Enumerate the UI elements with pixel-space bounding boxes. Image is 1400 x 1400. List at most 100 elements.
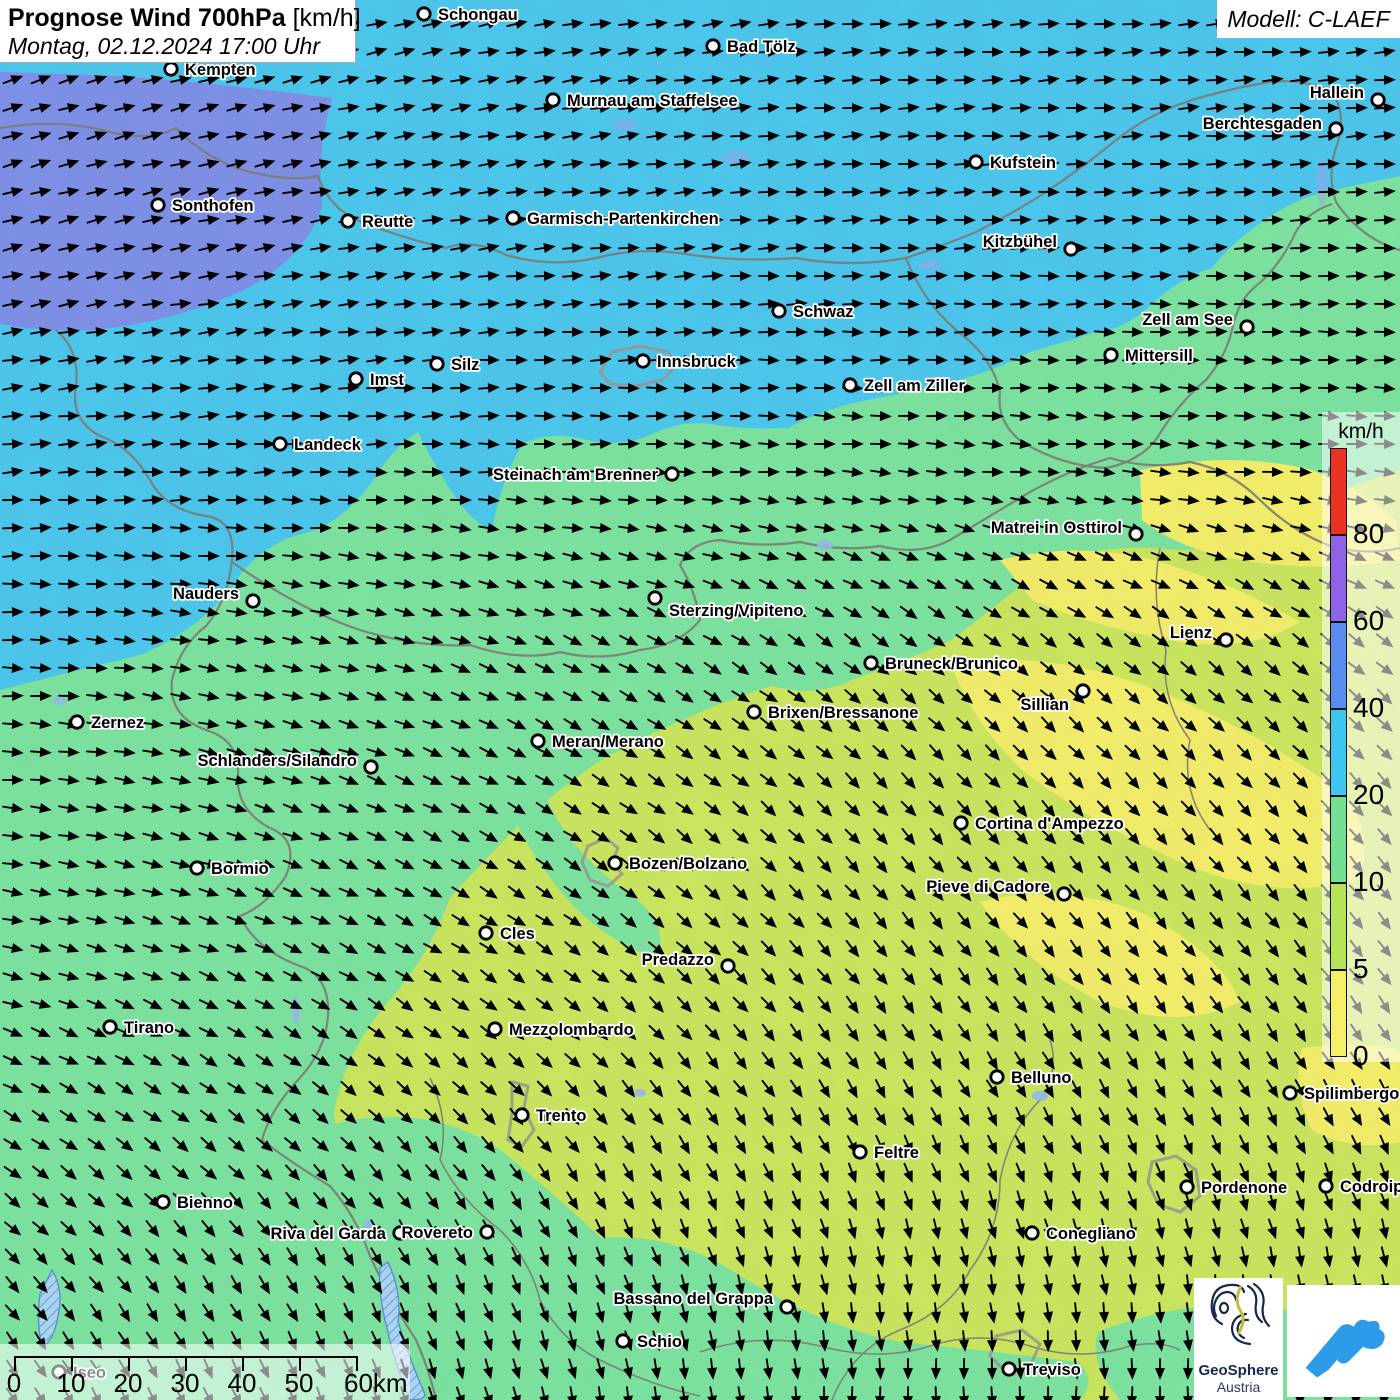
legend-tick-label: 60 (1353, 605, 1399, 637)
title-text: Prognose Wind 700hPa (8, 4, 286, 32)
city-marker (1026, 1227, 1038, 1239)
city-marker (481, 1226, 493, 1238)
city-marker (1077, 685, 1089, 697)
city-marker (1065, 243, 1077, 255)
city: Murnau am Staffelsee (547, 92, 738, 110)
city-label: Landeck (294, 436, 362, 454)
city-label: Schwaz (793, 303, 854, 321)
scale-label: 40 (228, 1368, 257, 1399)
city-label: Zell am Ziller (864, 377, 965, 395)
city-marker (274, 438, 286, 450)
city-label: Sonthofen (172, 197, 254, 215)
city-label: Bruneck/Brunico (885, 655, 1018, 673)
city-label: Feltre (874, 1144, 919, 1162)
city-marker (781, 1301, 793, 1313)
city-label: Zell am See (1142, 311, 1233, 329)
city-label: Bormio (211, 860, 269, 878)
model-label: Modell: C-LAEF (1227, 6, 1389, 33)
city-label: Riva del Garda (270, 1225, 386, 1243)
city: Bruneck/Brunico (865, 655, 1018, 673)
city-marker (844, 379, 856, 391)
legend-tick-label: 40 (1353, 692, 1399, 724)
city-label: Cles (500, 925, 535, 943)
city-label: Hallein (1310, 84, 1364, 102)
city-marker (666, 468, 678, 480)
city-marker (342, 215, 354, 227)
city-marker (748, 706, 760, 718)
city-label: Nauders (173, 585, 239, 603)
city-marker (1105, 349, 1117, 361)
legend-tick-label: 5 (1353, 953, 1399, 985)
city-marker (157, 1196, 169, 1208)
city-label: Kufstein (990, 154, 1056, 172)
map-scale-bar: 0102030405060km (0, 1344, 410, 1400)
city-marker (773, 305, 785, 317)
city: Garmisch-Partenkirchen (507, 210, 719, 228)
city: Mezzolombardo (489, 1021, 634, 1039)
scale-label: 50 (285, 1368, 314, 1399)
geosphere-country: Austria (1194, 1379, 1283, 1395)
city-marker (1320, 1180, 1332, 1192)
city-label: Berchtesgaden (1203, 115, 1322, 133)
city-marker (152, 199, 164, 211)
city-label: Sillian (1020, 696, 1069, 714)
city-label: Belluno (1011, 1069, 1072, 1087)
city-marker (480, 927, 492, 939)
legend-tick-label: 20 (1353, 779, 1399, 811)
legend-swatch (1330, 970, 1347, 1057)
geosphere-logo: GeoSphere Austria (1194, 1278, 1283, 1400)
city-marker (722, 960, 734, 972)
legend-unit-label: km/h (1322, 420, 1400, 444)
city-marker (191, 862, 203, 874)
model-box: Modell: C-LAEF (1217, 0, 1400, 38)
city: Steinach am Brenner (493, 466, 678, 484)
weather-map-page: Schongau Bad Tölz Kempten Murnau am Staffel… (0, 0, 1400, 1400)
city-label: Silz (451, 356, 479, 374)
city: Silz (431, 356, 480, 374)
city-label: Bienno (177, 1194, 233, 1212)
lake (1032, 1091, 1048, 1101)
city: Meran/Merano (532, 733, 664, 751)
legend-swatch (1330, 535, 1347, 622)
city-label: Pordenone (1201, 1179, 1287, 1197)
city-marker (418, 8, 430, 20)
title-unit: [km/h] (293, 4, 361, 32)
city-label: Kitzbühel (983, 233, 1057, 251)
wind-speed-legend: km/h 806040201050 (1322, 412, 1400, 1062)
mountain-cloud-logo-icon (1296, 1293, 1392, 1389)
page-title: Prognose Wind 700hPa [km/h] (8, 4, 355, 32)
city-marker (609, 857, 621, 869)
partner-logo (1287, 1285, 1400, 1397)
city: Cles (480, 925, 535, 943)
city-label: Mittersill (1125, 347, 1193, 365)
city-label: Bozen/Bolzano (629, 855, 747, 873)
city-marker (955, 817, 967, 829)
city-marker (1220, 634, 1232, 646)
city: Cortina d'Ampezzo (955, 815, 1124, 833)
city-marker (350, 373, 362, 385)
city-marker (71, 716, 83, 728)
city: Riva del Garda (270, 1225, 406, 1243)
city-label: Kempten (185, 61, 256, 79)
legend-tick-label: 10 (1353, 866, 1399, 898)
city-label: Bassano del Grappa (613, 1290, 773, 1308)
city-marker (991, 1071, 1003, 1083)
city-label: Bad Tölz (727, 38, 796, 56)
city-label: Imst (370, 371, 404, 389)
city-marker (1241, 321, 1253, 333)
city-label: Brixen/Bressanone (768, 704, 918, 722)
city-marker (547, 94, 559, 106)
city-label: Steinach am Brenner (493, 466, 659, 484)
legend-tick-label: 0 (1353, 1040, 1399, 1072)
city: Berchtesgaden (1203, 115, 1342, 135)
scale-label: 60km (344, 1368, 408, 1399)
city-marker (649, 592, 661, 604)
city-label: Schongau (438, 6, 518, 24)
city-marker (431, 358, 443, 370)
city-marker (365, 761, 377, 773)
city-label: Mezzolombardo (509, 1021, 634, 1039)
city-marker (1058, 888, 1070, 900)
lake (634, 1089, 646, 1097)
city-label: Schlanders/Silandro (197, 752, 357, 770)
legend-swatch (1330, 622, 1347, 709)
